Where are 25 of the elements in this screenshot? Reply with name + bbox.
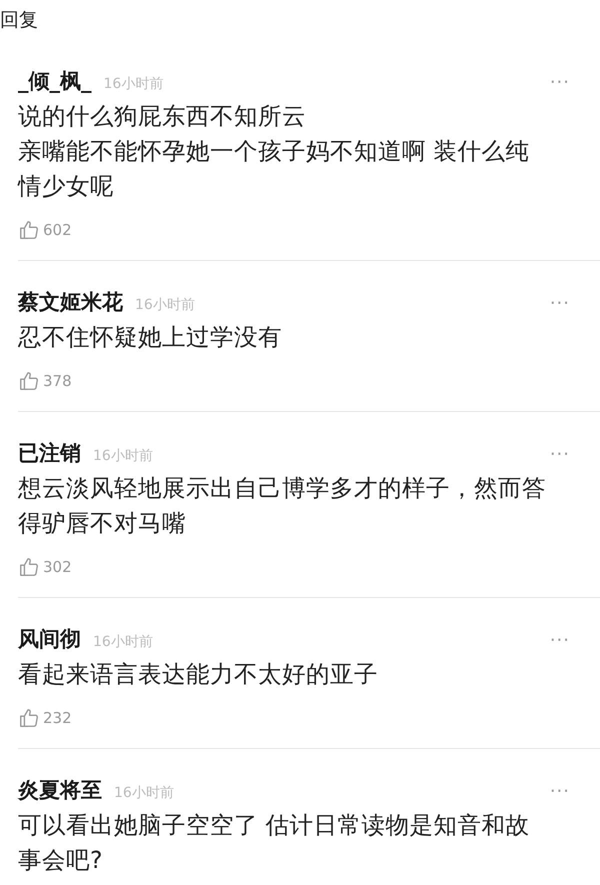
comment-text: 忍不住怀疑她上过学没有 xyxy=(18,322,283,353)
comment-text: 说的什么狗屁东西不知所云 xyxy=(18,101,307,132)
thumbs-up-icon[interactable] xyxy=(18,556,40,578)
comment-text: 亲嘴能不能怀孕她一个孩子妈不知道啊 装什么纯情少女呢 xyxy=(18,136,530,202)
username[interactable]: 蔡文姬米花 xyxy=(18,288,123,316)
timestamp: 16小时前 xyxy=(135,296,195,314)
thumbs-up-icon[interactable] xyxy=(18,370,40,392)
header-title: 回复 xyxy=(0,8,38,33)
comment-text: 可以看出她脑子空空了 估计日常读物是知音和故事会吧? xyxy=(18,810,530,876)
username[interactable]: 炎夏将至 xyxy=(18,776,102,804)
timestamp: 16小时前 xyxy=(93,447,153,465)
like-count: 602 xyxy=(43,221,72,239)
thumbs-up-icon[interactable] xyxy=(18,707,40,729)
comment-text: 想云淡风轻地展示出自己博学多才的样子，然而答得驴唇不对马嘴 xyxy=(18,473,547,539)
comment-text: 看起来语言表达能力不太好的亚子 xyxy=(18,659,379,690)
thumbs-up-icon[interactable] xyxy=(18,219,40,241)
like-count: 302 xyxy=(43,558,72,576)
timestamp: 16小时前 xyxy=(114,784,174,802)
timestamp: 16小时前 xyxy=(93,633,153,651)
like-count: 378 xyxy=(43,372,72,390)
username[interactable]: _倾_枫_ xyxy=(18,67,92,95)
username[interactable]: 已注销 xyxy=(18,439,81,467)
username[interactable]: 风间彻 xyxy=(18,625,81,653)
like-count: 232 xyxy=(43,709,72,727)
timestamp: 16小时前 xyxy=(104,75,164,93)
